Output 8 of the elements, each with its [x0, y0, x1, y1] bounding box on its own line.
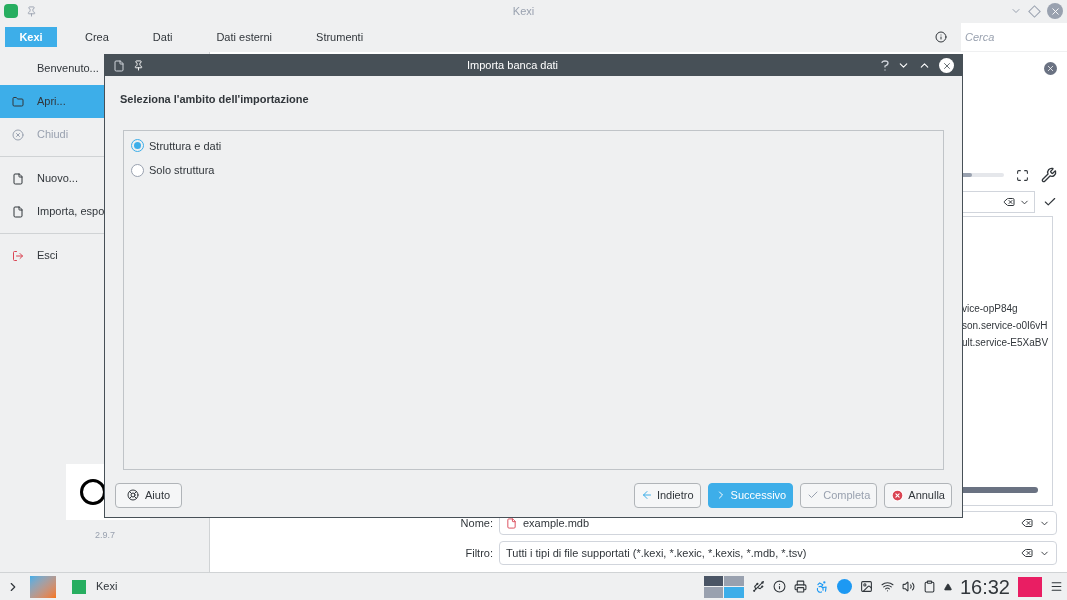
field-label: Nome: [459, 515, 493, 531]
dialog-title: Importa banca dati [465, 58, 560, 74]
field-value: Tutti i tipi di file supportati (*.kexi, *.kexic, *.kexis, *.mdb, *.tsv) [506, 545, 808, 561]
window-title: Kexi [511, 3, 536, 19]
dialog-heading: Seleziona l'ambito dell'importazione [120, 92, 310, 107]
field-value: example.mdb [523, 515, 591, 531]
field-label: Filtro: [464, 545, 493, 561]
version-label: 2.9.7 [95, 528, 117, 542]
